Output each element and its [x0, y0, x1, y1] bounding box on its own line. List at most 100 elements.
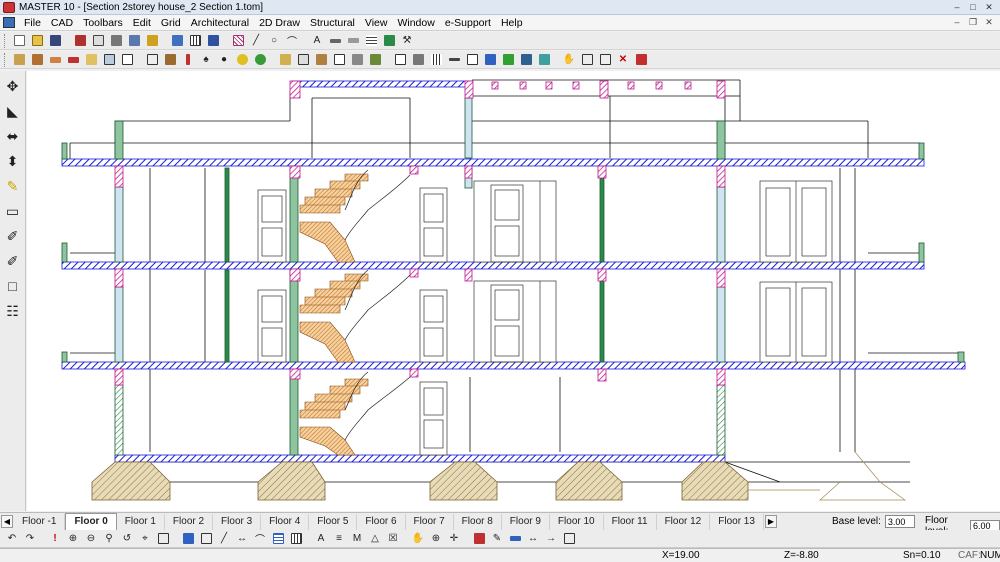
tab-floor-minus-1[interactable]: Floor -1	[14, 513, 66, 530]
tab-floor-8[interactable]: Floor 8	[454, 513, 502, 530]
brick-wall-icon[interactable]	[29, 52, 45, 68]
save-icon[interactable]	[47, 33, 63, 49]
eyedropper-alt-icon[interactable]: ✐	[3, 250, 23, 272]
tab-floor-7[interactable]: Floor 7	[406, 513, 454, 530]
print-setup-icon[interactable]	[126, 33, 142, 49]
slab-icon[interactable]	[47, 52, 63, 68]
tab-floor-5[interactable]: Floor 5	[309, 513, 358, 530]
rotate-view-icon[interactable]: ◣	[3, 100, 23, 122]
menu-architectural[interactable]: Architectural	[186, 15, 254, 31]
snap-point-icon[interactable]: ⊕	[428, 531, 444, 547]
zoom-out-icon[interactable]: ⊖	[83, 531, 99, 547]
tab-floor-9[interactable]: Floor 9	[502, 513, 550, 530]
arrow-icon[interactable]: →	[543, 531, 559, 547]
eyedropper-icon[interactable]: ✐	[3, 225, 23, 247]
ortho-icon[interactable]	[180, 531, 196, 547]
zoom-window-icon[interactable]: ⚲	[101, 531, 117, 547]
fence-icon[interactable]	[410, 52, 426, 68]
grid-view-icon[interactable]	[288, 531, 304, 547]
pattern-icon[interactable]	[363, 33, 379, 49]
toolbar-grip[interactable]	[4, 33, 7, 48]
line-icon[interactable]: ╱	[248, 33, 264, 49]
furniture-icon[interactable]	[313, 52, 329, 68]
layers-stack-icon[interactable]: ☷	[3, 300, 23, 322]
thermometer-icon[interactable]	[180, 52, 196, 68]
menu-help[interactable]: Help	[496, 15, 528, 31]
maximize-icon[interactable]: □	[966, 1, 980, 13]
layers-icon[interactable]	[205, 33, 221, 49]
tab-floor-6[interactable]: Floor 6	[357, 513, 406, 530]
object-icon[interactable]	[295, 52, 311, 68]
pan-hand-icon[interactable]: ✋	[410, 531, 426, 547]
tab-floor-1[interactable]: Floor 1	[117, 513, 165, 530]
drawing-canvas[interactable]	[27, 71, 1000, 511]
library-icon[interactable]	[633, 52, 649, 68]
grid-lines-icon[interactable]	[428, 52, 444, 68]
text-icon[interactable]: A	[309, 33, 325, 49]
roof-icon[interactable]	[65, 52, 81, 68]
tab-floor-13[interactable]: Floor 13	[710, 513, 764, 530]
minimize-icon[interactable]: –	[950, 1, 964, 13]
measure-distance-icon[interactable]: ↔	[234, 531, 250, 547]
new-icon[interactable]	[11, 33, 27, 49]
print-preview-icon[interactable]	[108, 33, 124, 49]
section-icon[interactable]: ⬍	[3, 150, 23, 172]
pencil-icon[interactable]: ✎	[3, 175, 23, 197]
tab-floor-2[interactable]: Floor 2	[165, 513, 214, 530]
rectangle-icon[interactable]: □	[3, 275, 23, 297]
menu-e-support[interactable]: e-Support	[440, 15, 496, 31]
opening-icon[interactable]	[83, 52, 99, 68]
text-triangle-icon[interactable]: △	[367, 531, 383, 547]
plant-icon[interactable]	[252, 52, 268, 68]
tabs-scroll-right-icon[interactable]: ▶	[764, 515, 777, 528]
door-icon[interactable]	[119, 52, 135, 68]
marker-icon[interactable]	[507, 531, 523, 547]
table-icon[interactable]	[270, 531, 286, 547]
move-view-icon[interactable]: ✥	[3, 75, 23, 97]
section-line-icon[interactable]	[482, 52, 498, 68]
zoom-all-icon[interactable]	[155, 531, 171, 547]
window-icon[interactable]	[101, 52, 117, 68]
zoom-previous-icon[interactable]: ↺	[119, 531, 135, 547]
base-level-input[interactable]	[884, 515, 915, 528]
dimension-icon[interactable]	[327, 33, 343, 49]
menu-window[interactable]: Window	[392, 15, 439, 31]
doc-minimize-icon[interactable]: –	[950, 16, 964, 29]
polyline-icon[interactable]: ╱	[216, 531, 232, 547]
print-area-icon[interactable]	[597, 52, 613, 68]
tab-floor-0[interactable]: Floor 0	[65, 513, 117, 530]
sun-icon[interactable]	[234, 52, 250, 68]
pan-icon[interactable]: ✋	[561, 52, 577, 68]
print-icon[interactable]	[72, 33, 88, 49]
menu-file[interactable]: File	[19, 15, 46, 31]
zoom-in-icon[interactable]: ⊕	[65, 531, 81, 547]
frame-icon[interactable]	[561, 531, 577, 547]
column-icon[interactable]	[144, 52, 160, 68]
cross-box-icon[interactable]: ☒	[385, 531, 401, 547]
tab-floor-10[interactable]: Floor 10	[550, 513, 604, 530]
tab-floor-11[interactable]: Floor 11	[604, 513, 657, 530]
export-icon[interactable]	[144, 33, 160, 49]
doc-restore-icon[interactable]: ❐	[966, 16, 980, 29]
photo-icon[interactable]	[536, 52, 552, 68]
layer-icon[interactable]	[471, 531, 487, 547]
grid-icon[interactable]	[187, 33, 203, 49]
menu-toolbars[interactable]: Toolbars	[78, 15, 128, 31]
arc-icon[interactable]: ⌒	[284, 33, 300, 49]
menu-grid[interactable]: Grid	[156, 15, 186, 31]
properties-icon[interactable]	[169, 33, 185, 49]
arc-measure-icon[interactable]: ⌒	[252, 531, 268, 547]
stair-icon[interactable]	[277, 52, 293, 68]
menu-2d-draw[interactable]: 2D Draw	[254, 15, 305, 31]
redraw-icon[interactable]	[579, 52, 595, 68]
tools-icon[interactable]: ⚒	[399, 33, 415, 49]
zoom-extents-icon[interactable]: ⌖	[137, 531, 153, 547]
snap-icon[interactable]	[198, 531, 214, 547]
menu-view[interactable]: View	[360, 15, 393, 31]
pen-icon[interactable]: ✎	[489, 531, 505, 547]
tab-floor-4[interactable]: Floor 4	[261, 513, 310, 530]
toolbar-grip[interactable]	[4, 52, 7, 67]
light-icon[interactable]: ●	[216, 52, 232, 68]
tab-floor-3[interactable]: Floor 3	[213, 513, 262, 530]
dimension-chain-icon[interactable]	[446, 52, 462, 68]
